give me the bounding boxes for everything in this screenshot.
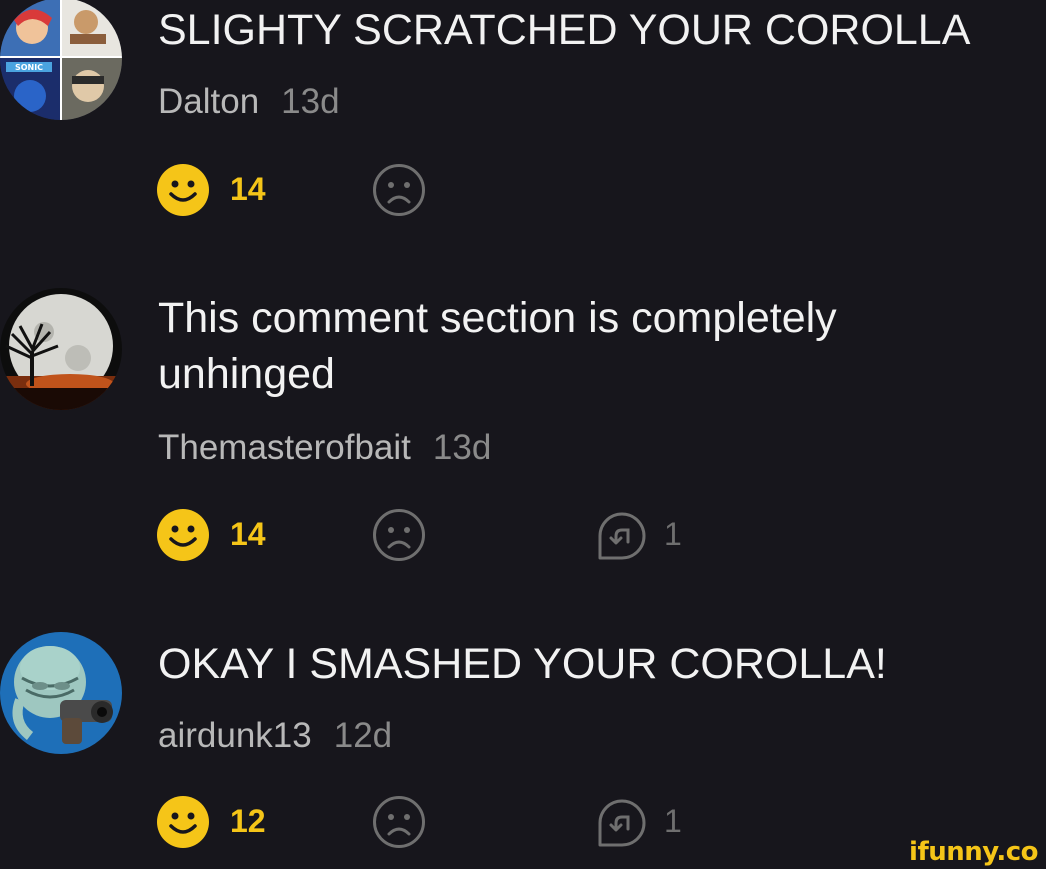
frown-icon[interactable]	[372, 795, 426, 849]
reply-count: 1	[664, 803, 682, 839]
like-count: 14	[230, 171, 266, 207]
comment-text: SLIGHTY SCRATCHED YOUR COROLLA	[158, 6, 971, 54]
like-count: 14	[230, 516, 266, 552]
reply-icon[interactable]	[592, 795, 650, 853]
frown-icon[interactable]	[372, 163, 426, 217]
username[interactable]: Dalton	[158, 82, 259, 121]
smile-icon[interactable]	[156, 163, 210, 217]
comment-item: OKAY I SMASHED YOUR COROLLA! airdunk13 12…	[0, 632, 1046, 869]
user-avatar[interactable]	[0, 632, 122, 754]
timestamp: 13d	[432, 428, 492, 467]
comment-meta: Themasterofbait 13d	[158, 428, 491, 468]
username[interactable]: airdunk13	[158, 716, 312, 755]
smile-icon[interactable]	[156, 508, 210, 562]
comment-item: This comment section is completely unhin…	[0, 286, 1046, 586]
comment-actions: 14 1	[156, 508, 756, 562]
comments-page: SONIC SLIGHTY SCRATCHED YOUR COROLLA Dal…	[0, 0, 1046, 869]
username[interactable]: Themasterofbait	[158, 428, 411, 467]
frown-icon[interactable]	[372, 508, 426, 562]
ifunny-watermark: ifunny.co	[909, 837, 1038, 867]
comment-text: This comment section is completely unhin…	[158, 294, 837, 398]
comment-actions: 12 1	[156, 795, 756, 849]
comment-item: SONIC SLIGHTY SCRATCHED YOUR COROLLA Dal…	[0, 0, 1046, 230]
smile-icon[interactable]	[156, 795, 210, 849]
comment-actions: 14	[156, 163, 756, 217]
user-avatar[interactable]	[0, 288, 122, 410]
user-avatar[interactable]: SONIC	[0, 0, 122, 120]
comment-meta: airdunk13 12d	[158, 716, 392, 756]
comment-meta: Dalton 13d	[158, 82, 340, 122]
reply-count: 1	[664, 516, 682, 552]
comment-text: OKAY I SMASHED YOUR COROLLA!	[158, 640, 887, 688]
timestamp: 13d	[281, 82, 340, 121]
timestamp: 12d	[333, 716, 393, 755]
avatar-collage-text: SONIC	[15, 63, 43, 72]
reply-icon[interactable]	[592, 508, 650, 566]
like-count: 12	[230, 803, 266, 839]
